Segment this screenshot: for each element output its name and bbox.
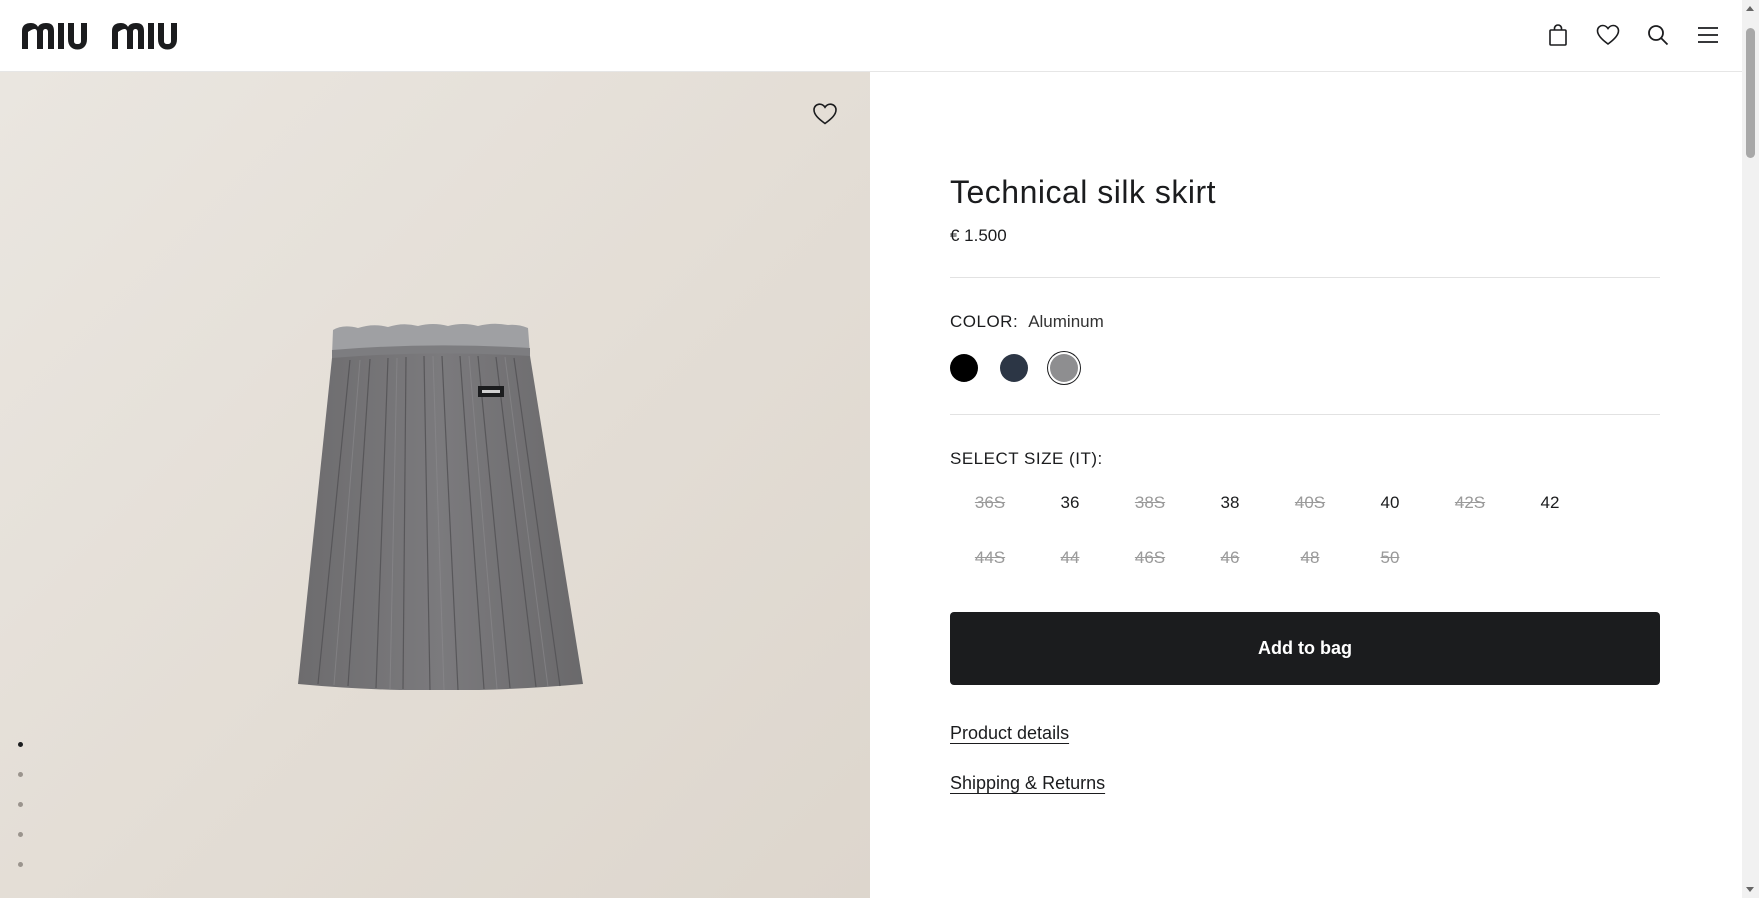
size-option-38s[interactable]: 38S (1110, 486, 1190, 519)
wishlist-heart-icon[interactable] (812, 102, 838, 128)
site-header (0, 0, 1742, 72)
gallery-dot-4[interactable] (18, 832, 23, 837)
divider (950, 414, 1660, 415)
size-option-46[interactable]: 46 (1190, 541, 1270, 574)
color-value: Aluminum (1028, 312, 1104, 331)
size-option-44s[interactable]: 44S (950, 541, 1030, 574)
shipping-returns-link[interactable]: Shipping & Returns (950, 773, 1105, 794)
color-swatch-navy[interactable] (1000, 354, 1028, 382)
color-swatches (950, 354, 1078, 382)
size-option-48[interactable]: 48 (1270, 541, 1350, 574)
product-gallery (0, 72, 870, 898)
size-option-40s[interactable]: 40S (1270, 486, 1350, 519)
color-swatch-aluminum[interactable] (1050, 354, 1078, 382)
page-scrollbar[interactable] (1742, 0, 1759, 898)
add-to-bag-button[interactable]: Add to bag (950, 612, 1660, 685)
product-title: Technical silk skirt (950, 174, 1217, 210)
product-details-link[interactable]: Product details (950, 723, 1069, 744)
size-option-50[interactable]: 50 (1350, 541, 1430, 574)
scroll-down-icon[interactable] (1746, 887, 1754, 892)
gallery-pagination (18, 742, 23, 867)
gallery-dot-1[interactable] (18, 742, 23, 747)
divider (950, 277, 1660, 278)
header-actions (1546, 20, 1720, 50)
product-price: € 1.500 (950, 226, 1007, 245)
size-option-36[interactable]: 36 (1030, 486, 1110, 519)
brand-logo[interactable] (22, 18, 208, 54)
menu-icon[interactable] (1696, 20, 1720, 50)
scroll-up-icon[interactable] (1746, 6, 1754, 11)
size-option-42[interactable]: 42 (1510, 486, 1590, 519)
size-option-46s[interactable]: 46S (1110, 541, 1190, 574)
gallery-dot-5[interactable] (18, 862, 23, 867)
heart-icon[interactable] (1596, 20, 1620, 50)
size-option-42s[interactable]: 42S (1430, 486, 1510, 519)
color-swatch-black[interactable] (950, 354, 978, 382)
size-option-38[interactable]: 38 (1190, 486, 1270, 519)
gallery-dot-3[interactable] (18, 802, 23, 807)
scroll-thumb[interactable] (1746, 28, 1755, 158)
size-label: SELECT SIZE (IT): (950, 449, 1103, 468)
size-grid: 36S 36 38S 38 40S 40 42S 42 44S 44 46S 46 48 50 (950, 486, 1660, 574)
size-option-40[interactable]: 40 (1350, 486, 1430, 519)
color-label: COLOR: (950, 312, 1019, 331)
color-selection: COLOR: Aluminum (950, 312, 1104, 332)
product-image-skirt[interactable] (278, 312, 603, 690)
size-option-44[interactable]: 44 (1030, 541, 1110, 574)
shopping-bag-icon[interactable] (1546, 20, 1570, 50)
size-option-36s[interactable]: 36S (950, 486, 1030, 519)
search-icon[interactable] (1646, 20, 1670, 50)
miu-miu-logo (22, 23, 177, 50)
gallery-dot-2[interactable] (18, 772, 23, 777)
